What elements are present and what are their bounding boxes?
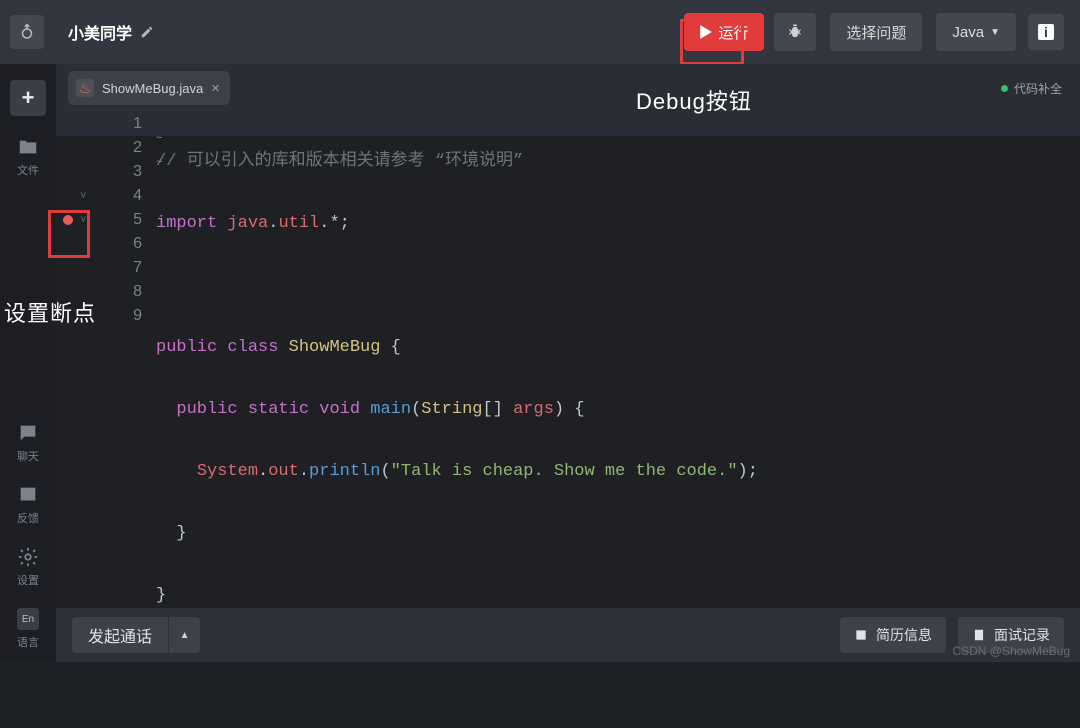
choose-question-label: 选择问题	[846, 22, 906, 43]
settings-label: 设置	[17, 572, 39, 588]
line-number: 6	[100, 232, 142, 256]
code-comment: // 可以引入的库和版本相关请参考 “环境说明”	[156, 152, 523, 171]
notes-icon	[972, 628, 986, 642]
chat-label: 聊天	[17, 448, 39, 464]
sidebar: + 文件 聊天 反馈 设置 En 语言	[0, 64, 56, 662]
debug-button[interactable]	[774, 13, 816, 51]
annotation-breakpoint-label: 设置断点	[4, 296, 96, 328]
edit-icon[interactable]	[140, 25, 154, 39]
tab-name: ShowMeBug.java	[102, 81, 203, 96]
line-number: 2	[100, 136, 142, 160]
username-text: 小美同学	[68, 20, 132, 44]
sidebar-item-settings[interactable]: 设置	[17, 546, 39, 588]
watermark: CSDN @ShowMeBug	[952, 644, 1070, 658]
language-select[interactable]: Java ▼	[936, 13, 1016, 51]
profile-card-icon	[854, 628, 868, 642]
line-number: 5	[100, 208, 142, 232]
tab-showmebug[interactable]: ♨ ShowMeBug.java ×	[68, 71, 230, 105]
annotation-debug-label: Debug按钮	[636, 84, 752, 116]
line-number-gutter: 1 2 3 4 5 6 7 8 9	[100, 112, 142, 608]
lint-squiggle-icon: ~	[156, 156, 162, 168]
line-number: 1	[100, 112, 142, 136]
bug-icon	[786, 23, 804, 41]
status-pill: 代码补全	[1001, 80, 1062, 97]
start-call-button[interactable]: 发起通话	[72, 617, 168, 653]
status-label: 代码补全	[1014, 80, 1062, 97]
line-number: 3	[100, 160, 142, 184]
language-sidebar-label: 语言	[17, 634, 39, 650]
tab-bar: ♨ ShowMeBug.java × 代码补全	[56, 64, 1080, 112]
choose-question-button[interactable]: 选择问题	[830, 13, 922, 51]
sidebar-item-files[interactable]: 文件	[17, 136, 39, 178]
fold-caret-icon[interactable]: ˅	[80, 184, 86, 208]
start-call-split-button[interactable]: 发起通话 ▲	[72, 617, 200, 653]
start-call-caret[interactable]: ▲	[168, 617, 200, 653]
sidebar-item-language[interactable]: En 语言	[17, 608, 39, 650]
line-number: 7	[100, 256, 142, 280]
code-editor[interactable]: ˅ ˅ 1 2 3 4 5 6 7 8 9 // 可以引入的库和版本相关请参考 …	[56, 112, 1080, 608]
globe-icon: En	[17, 608, 39, 630]
sidebar-item-chat[interactable]: 聊天	[17, 422, 39, 464]
caret-up-icon: ▲	[180, 630, 190, 641]
resume-info-label: 简历信息	[876, 625, 932, 645]
line-number: 9	[100, 304, 142, 328]
start-call-label: 发起通话	[88, 623, 152, 647]
feedback-icon	[17, 484, 39, 506]
folder-icon	[17, 136, 39, 158]
files-label: 文件	[17, 162, 39, 178]
code-content[interactable]: // 可以引入的库和版本相关请参考 “环境说明” import java.uti…	[156, 112, 1080, 608]
resume-info-button[interactable]: 简历信息	[840, 617, 946, 653]
new-file-button[interactable]: +	[10, 80, 46, 116]
gear-icon	[17, 546, 39, 568]
annotation-breakpoint-outline	[48, 210, 90, 258]
bottom-bar: 发起通话 ▲ 简历信息 面试记录	[56, 608, 1080, 662]
caret-down-icon: ▼	[990, 27, 1000, 38]
close-icon[interactable]: ×	[211, 80, 220, 97]
info-button[interactable]: i	[1028, 14, 1064, 50]
fold-gutter[interactable]: ˅ ˅	[80, 112, 100, 608]
plus-icon: +	[22, 85, 35, 111]
line-number: 8	[100, 280, 142, 304]
language-label: Java	[952, 24, 984, 41]
lint-squiggle-icon: ~	[156, 132, 162, 144]
breakpoint-gutter[interactable]	[56, 112, 80, 608]
annotation-debug-outline	[680, 19, 744, 65]
app-logo[interactable]	[10, 15, 44, 49]
java-icon: ♨	[76, 79, 94, 97]
info-icon: i	[1038, 24, 1054, 40]
header-bar: 小美同学 运行 选择问题 Java ▼ i	[0, 0, 1080, 64]
username: 小美同学	[68, 20, 154, 44]
interview-record-label: 面试记录	[994, 625, 1050, 645]
chat-icon	[17, 422, 39, 444]
sidebar-item-feedback[interactable]: 反馈	[17, 484, 39, 526]
feedback-label: 反馈	[17, 510, 39, 526]
line-number: 4	[100, 184, 142, 208]
status-dot-icon	[1001, 85, 1008, 92]
